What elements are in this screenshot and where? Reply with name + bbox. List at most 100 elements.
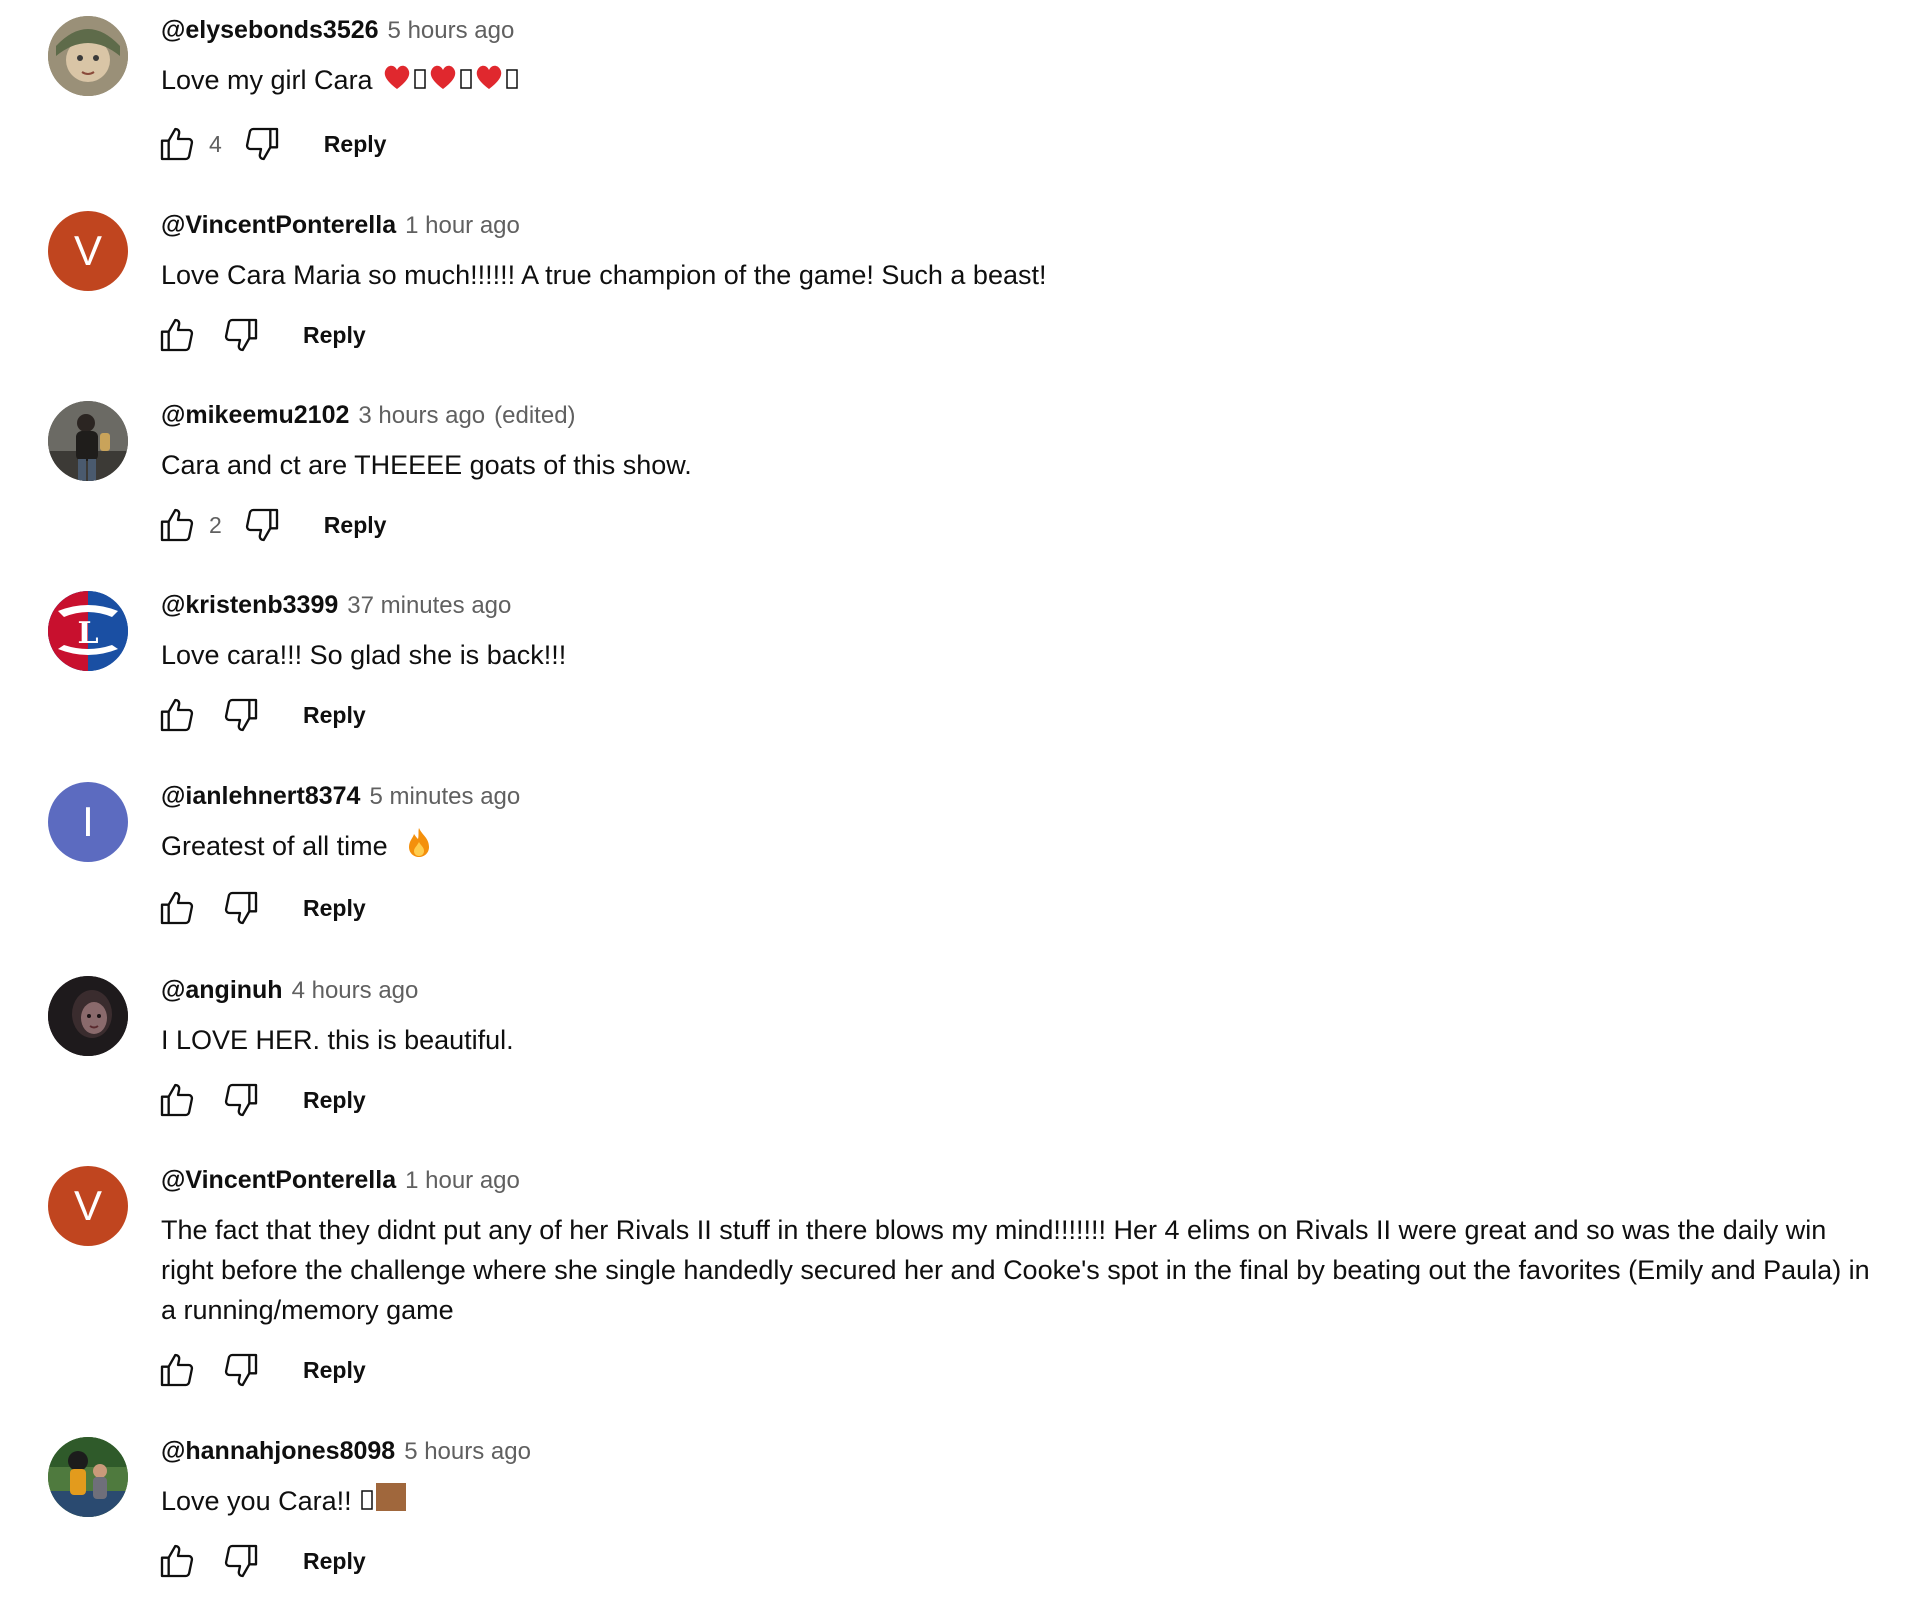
comment-author[interactable]: @VincentPonterella — [161, 1166, 396, 1195]
like-button[interactable] — [155, 313, 199, 357]
comment-actions: 2 Reply — [155, 503, 386, 547]
dislike-button[interactable] — [219, 1078, 263, 1122]
thumbs-down-icon — [224, 318, 258, 352]
edited-label: (edited) — [494, 402, 576, 429]
comment-text-content: Greatest of all time — [161, 831, 388, 861]
dislike-button[interactable] — [219, 886, 263, 930]
comment-text: I LOVE HER. this is beautiful. — [161, 1020, 1881, 1060]
like-button[interactable] — [155, 886, 199, 930]
avatar[interactable] — [48, 401, 128, 481]
dislike-button[interactable] — [219, 1348, 263, 1392]
avatar-photo-icon — [48, 1437, 128, 1517]
comment-actions: Reply — [155, 1078, 366, 1122]
like-button[interactable] — [155, 1348, 199, 1392]
thumbs-up-icon — [160, 1083, 194, 1117]
reply-button[interactable]: Reply — [303, 1357, 366, 1384]
avatar[interactable]: L — [48, 591, 128, 671]
skin-tone-swatch-icon — [375, 1481, 407, 1524]
dislike-button[interactable] — [240, 503, 284, 547]
reply-button[interactable]: Reply — [324, 131, 387, 158]
heart-icon — [474, 62, 504, 102]
like-button[interactable] — [155, 122, 199, 166]
comment-author[interactable]: @VincentPonterella — [161, 211, 396, 240]
comment-text: The fact that they didnt put any of her … — [161, 1210, 1881, 1330]
comment-author[interactable]: @anginuh — [161, 976, 283, 1005]
comment-actions: 4 Reply — [155, 122, 386, 166]
missing-glyph-icon — [414, 62, 426, 102]
comment-header: @ianlehnert8374 5 minutes ago — [161, 782, 520, 811]
thumbs-down-icon — [224, 891, 258, 925]
avatar-photo-icon — [48, 401, 128, 481]
thumbs-up-icon — [160, 1353, 194, 1387]
comment-text-content: Love Cara Maria so much!!!!!! A true cha… — [161, 260, 1047, 290]
heart-icon — [382, 62, 412, 102]
comment-header: @anginuh 4 hours ago — [161, 976, 418, 1005]
comment-header: @mikeemu2102 3 hours ago (edited) — [161, 401, 576, 430]
comment-header: @VincentPonterella 1 hour ago — [161, 211, 520, 240]
avatar[interactable]: V — [48, 211, 128, 291]
reply-button[interactable]: Reply — [303, 1548, 366, 1575]
avatar[interactable] — [48, 976, 128, 1056]
reply-button[interactable]: Reply — [303, 702, 366, 729]
comment-author[interactable]: @mikeemu2102 — [161, 401, 349, 430]
comment-header: @kristenb3399 37 minutes ago — [161, 591, 511, 620]
missing-glyph-icon — [460, 62, 472, 102]
comment-text-content: I LOVE HER. this is beautiful. — [161, 1025, 514, 1055]
dislike-button[interactable] — [219, 1539, 263, 1583]
avatar-initial: V — [73, 1182, 102, 1229]
comment-text: Cara and ct are THEEEE goats of this sho… — [161, 445, 1881, 485]
comment-timestamp[interactable]: 3 hours ago — [358, 402, 485, 430]
like-button[interactable] — [155, 503, 199, 547]
avatar[interactable]: I — [48, 782, 128, 862]
reply-button[interactable]: Reply — [303, 895, 366, 922]
like-button[interactable] — [155, 1539, 199, 1583]
comment-actions: Reply — [155, 313, 366, 357]
avatar-photo-icon — [48, 976, 128, 1056]
comment-text: Greatest of all time — [161, 826, 1881, 869]
like-button[interactable] — [155, 1078, 199, 1122]
avatar[interactable] — [48, 16, 128, 96]
comment-actions: Reply — [155, 1348, 366, 1392]
comment-timestamp[interactable]: 5 hours ago — [388, 17, 515, 45]
thumbs-up-icon — [160, 318, 194, 352]
svg-text:L: L — [77, 616, 98, 651]
avatar[interactable] — [48, 1437, 128, 1517]
comment-timestamp[interactable]: 37 minutes ago — [347, 592, 511, 620]
comment-header: @hannahjones8098 5 hours ago — [161, 1437, 531, 1466]
like-button[interactable] — [155, 693, 199, 737]
comment-author[interactable]: @ianlehnert8374 — [161, 782, 360, 811]
comment-header: @VincentPonterella 1 hour ago — [161, 1166, 520, 1195]
reply-button[interactable]: Reply — [303, 1087, 366, 1114]
thumbs-down-icon — [245, 127, 278, 161]
comment-timestamp[interactable]: 1 hour ago — [405, 1167, 520, 1195]
thumbs-up-icon — [160, 1544, 194, 1578]
reply-button[interactable]: Reply — [303, 322, 366, 349]
avatar[interactable]: V — [48, 1166, 128, 1246]
comment-author[interactable]: @hannahjones8098 — [161, 1437, 395, 1466]
comment-actions: Reply — [155, 886, 366, 930]
comment-text-content: Love cara!!! So glad she is back!!! — [161, 640, 567, 670]
thumbs-down-icon — [224, 1083, 258, 1117]
reply-button[interactable]: Reply — [324, 512, 387, 539]
comment-timestamp[interactable]: 4 hours ago — [292, 977, 419, 1005]
comment-text: Love you Cara!! — [161, 1481, 1881, 1524]
heart-icon — [428, 62, 458, 102]
dislike-button[interactable] — [219, 313, 263, 357]
comment-timestamp[interactable]: 5 hours ago — [404, 1438, 531, 1466]
avatar-photo-icon — [48, 16, 128, 96]
like-count: 2 — [209, 511, 222, 538]
dislike-button[interactable] — [240, 122, 284, 166]
comment-actions: Reply — [155, 693, 366, 737]
comment-timestamp[interactable]: 5 minutes ago — [369, 783, 520, 811]
thumbs-down-icon — [224, 1353, 258, 1387]
dislike-button[interactable] — [219, 693, 263, 737]
missing-glyph-icon — [506, 62, 518, 102]
comment-author[interactable]: @elysebonds3526 — [161, 16, 379, 45]
team-logo-icon: L — [48, 591, 128, 671]
thumbs-up-icon — [160, 891, 194, 925]
thumbs-up-icon — [160, 698, 194, 732]
comment-timestamp[interactable]: 1 hour ago — [405, 212, 520, 240]
avatar-initial: V — [73, 227, 102, 274]
comment-author[interactable]: @kristenb3399 — [161, 591, 338, 620]
fire-icon — [405, 826, 433, 869]
